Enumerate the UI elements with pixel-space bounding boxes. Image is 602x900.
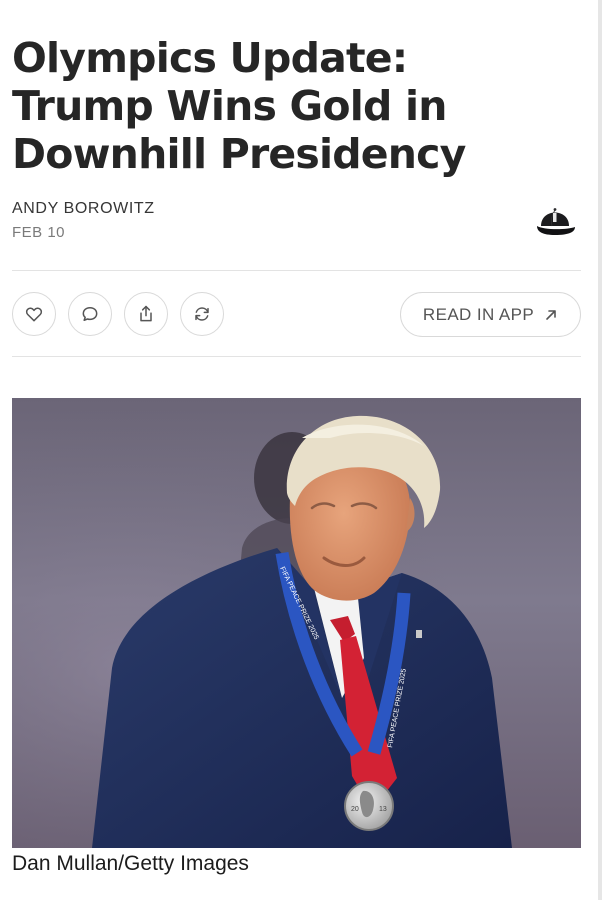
author-avatar[interactable]	[531, 196, 579, 244]
divider-bottom	[12, 356, 581, 357]
arrow-up-right-icon	[546, 309, 556, 320]
share-upload-icon	[140, 305, 152, 322]
comment-button[interactable]	[68, 292, 112, 336]
like-button[interactable]	[12, 292, 56, 336]
byline: ANDY BOROWITZ FEB 10	[12, 199, 155, 243]
headline-line-1: Olympics Update:	[12, 34, 408, 82]
scrollbar-track	[598, 0, 602, 900]
publish-date: FEB 10	[12, 224, 66, 241]
medal-text-right: 13	[379, 806, 387, 813]
author-name[interactable]: ANDY BOROWITZ	[12, 199, 155, 219]
share-button[interactable]	[124, 292, 168, 336]
comment-bubble-icon	[82, 307, 98, 321]
headline-line-3: Downhill Presidency	[12, 130, 466, 178]
cap-avatar-icon	[537, 208, 575, 235]
photo-credit: Dan Mullan/Getty Images	[12, 852, 249, 875]
refresh-icon	[195, 307, 209, 321]
article-photo-image: FIFA PEACE PRIZE 2025 FIFA PEACE PRIZE 2…	[12, 398, 581, 848]
read-in-app-button[interactable]: READ IN APP	[400, 292, 581, 337]
medal-text-left: 20	[351, 806, 359, 813]
headline-line-2: Trump Wins Gold in	[12, 82, 448, 130]
heart-icon	[25, 307, 43, 322]
restack-button[interactable]	[180, 292, 224, 336]
article-photo: FIFA PEACE PRIZE 2025 FIFA PEACE PRIZE 2…	[12, 398, 581, 848]
read-in-app-label: READ IN APP	[422, 304, 535, 324]
divider-top	[12, 270, 581, 271]
article-headline: Olympics Update: Trump Wins Gold in Down…	[12, 34, 582, 178]
